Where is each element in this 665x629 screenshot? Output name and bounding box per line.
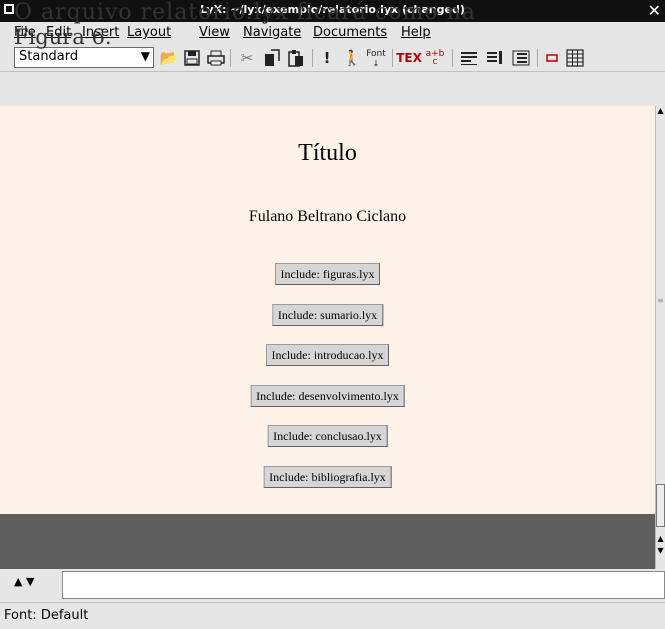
window-titlebar: LyX: ~/lyx/exemplo/relatorio.lyx (change… bbox=[0, 0, 665, 22]
paste-icon[interactable] bbox=[286, 48, 306, 68]
menubar: File Edit Insert Layout View Navigate Do… bbox=[0, 22, 665, 44]
depth-icon[interactable] bbox=[510, 48, 532, 68]
menu-layout[interactable]: Layout bbox=[127, 25, 171, 40]
font-icon[interactable]: Font ↓ bbox=[364, 48, 388, 68]
close-icon[interactable]: ✕ bbox=[648, 1, 661, 20]
print-icon[interactable] bbox=[205, 48, 227, 68]
window-title: LyX: ~/lyx/exemplo/relatorio.lyx (change… bbox=[200, 3, 465, 16]
insert-box-icon[interactable] bbox=[542, 48, 562, 68]
statusbar: Font: Default bbox=[0, 602, 665, 629]
include-inset-conclusao[interactable]: Include: conclusao.lyx bbox=[267, 425, 388, 447]
menu-file[interactable]: File bbox=[14, 25, 36, 40]
copy-icon[interactable] bbox=[262, 48, 282, 68]
cut-icon[interactable]: ✂ bbox=[236, 48, 258, 68]
layout-combobox[interactable]: Standard ▼ bbox=[14, 47, 154, 68]
history-up-icon[interactable]: ▲ bbox=[14, 575, 22, 588]
tex-mode-icon[interactable]: TEX bbox=[396, 48, 422, 68]
font-icon-label: Font bbox=[366, 48, 386, 59]
include-inset-introducao[interactable]: Include: introducao.lyx bbox=[265, 344, 390, 366]
menu-help[interactable]: Help bbox=[401, 25, 431, 40]
menu-navigate[interactable]: Navigate bbox=[243, 25, 301, 40]
scrollbar-grip-icon: ≡ bbox=[657, 296, 664, 305]
save-icon[interactable] bbox=[182, 48, 202, 68]
scroll-up-icon[interactable]: ▲ bbox=[656, 106, 665, 115]
scrollbar-thumb[interactable] bbox=[656, 484, 665, 527]
toolbar: Standard ▼ 📂 ✂ ! 🚶 Font ↓ TEX a+b c bbox=[0, 44, 665, 72]
document-end-area bbox=[0, 514, 655, 569]
menu-documents[interactable]: Documents bbox=[313, 25, 387, 40]
include-inset-sumario[interactable]: Include: sumario.lyx bbox=[271, 304, 384, 326]
tex-mode-label: TEX bbox=[396, 51, 422, 65]
minibuffer-history-buttons[interactable]: ▲ ▼ bbox=[14, 575, 34, 588]
noun-icon[interactable]: 🚶 bbox=[343, 48, 362, 68]
enumerate-icon[interactable] bbox=[484, 48, 506, 68]
document-title: Título bbox=[298, 140, 357, 166]
open-folder-icon[interactable]: 📂 bbox=[158, 48, 180, 68]
menu-edit[interactable]: Edit bbox=[46, 25, 71, 40]
list-icon[interactable] bbox=[458, 48, 480, 68]
document-canvas[interactable]: Título Fulano Beltrano Ciclano Include: … bbox=[0, 106, 655, 514]
status-text: Font: Default bbox=[4, 608, 89, 623]
minibuffer: ▲ ▼ bbox=[0, 569, 665, 602]
include-inset-figuras[interactable]: Include: figuras.lyx bbox=[274, 263, 381, 285]
include-inset-desenvolvimento[interactable]: Include: desenvolvimento.lyx bbox=[250, 385, 405, 407]
emphasis-icon[interactable]: ! bbox=[320, 48, 334, 68]
scroll-down-icon[interactable]: ▼ bbox=[656, 546, 665, 555]
menu-insert[interactable]: Insert bbox=[82, 25, 119, 40]
document-author: Fulano Beltrano Ciclano bbox=[248, 208, 407, 225]
include-inset-bibliografia[interactable]: Include: bibliografia.lyx bbox=[263, 466, 392, 488]
history-down-icon[interactable]: ▼ bbox=[26, 575, 34, 588]
insert-table-icon[interactable] bbox=[564, 48, 586, 68]
menu-view[interactable]: View bbox=[199, 25, 230, 40]
scroll-up-small-icon[interactable]: ▲ bbox=[656, 534, 665, 543]
math-icon[interactable]: a+b c bbox=[424, 48, 446, 68]
layout-combobox-value: Standard bbox=[19, 49, 79, 64]
minibuffer-input[interactable] bbox=[62, 571, 665, 599]
vertical-scrollbar[interactable]: ▲ ≡ ▲ ▼ bbox=[655, 106, 665, 569]
chevron-down-icon: ▼ bbox=[140, 49, 150, 63]
